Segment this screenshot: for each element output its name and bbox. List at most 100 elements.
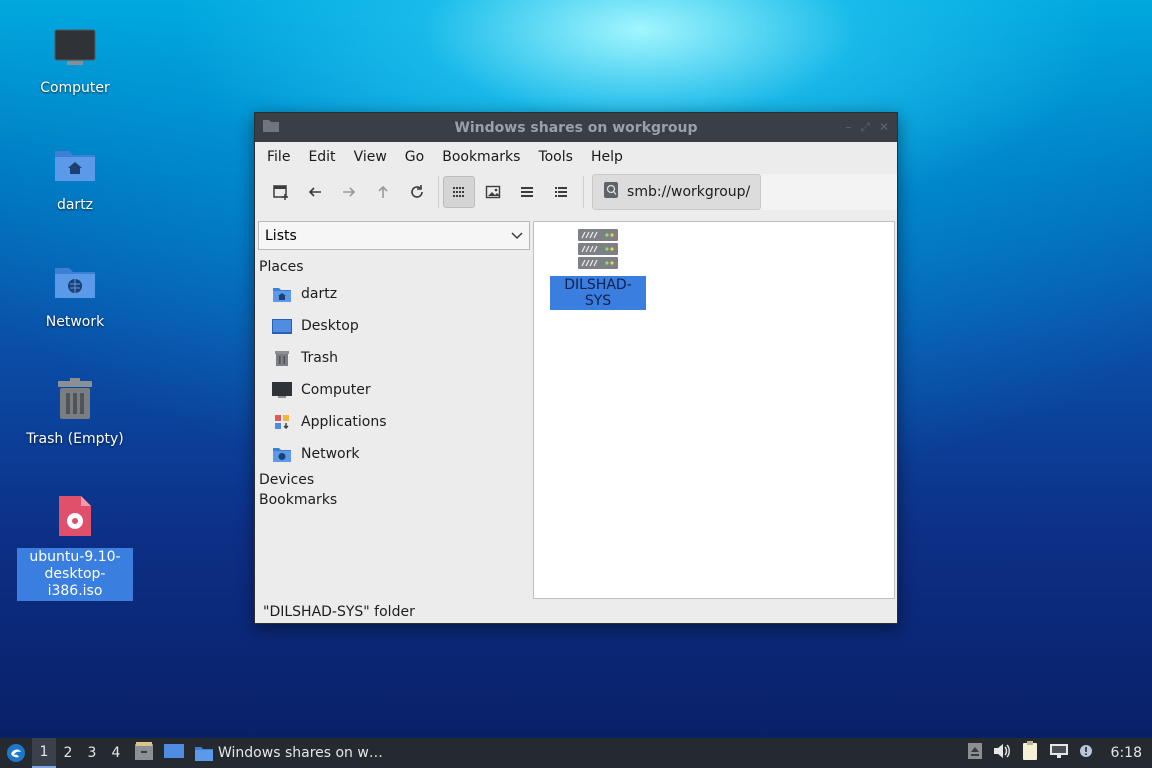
sidebar-item-label: Desktop bbox=[301, 318, 359, 334]
desktop-icon-iso[interactable]: ubuntu-9.10- desktop-i386.iso bbox=[15, 488, 135, 601]
system-tray: 6:18 bbox=[967, 741, 1152, 765]
bookmarks-header[interactable]: Bookmarks bbox=[257, 492, 531, 508]
desktop-icon-network[interactable]: Network bbox=[15, 254, 135, 331]
back-button[interactable] bbox=[299, 176, 331, 208]
menu-edit[interactable]: Edit bbox=[301, 149, 342, 165]
devices-header[interactable]: Devices bbox=[257, 472, 531, 488]
detailed-view-button[interactable] bbox=[545, 176, 577, 208]
workspace-3[interactable]: 3 bbox=[80, 738, 104, 768]
location-breadcrumb[interactable]: smb://workgroup/ bbox=[592, 174, 762, 210]
desktop-icon bbox=[164, 744, 184, 758]
toolbar-separator bbox=[438, 176, 440, 208]
label-line-2: desktop-i386.iso bbox=[44, 566, 106, 599]
up-icon bbox=[378, 185, 388, 198]
icon-view-button[interactable] bbox=[443, 176, 476, 208]
menu-view[interactable]: View bbox=[347, 149, 394, 165]
lxqt-logo-icon bbox=[7, 744, 25, 762]
taskbar-window-label: Windows shares on w… bbox=[218, 745, 383, 761]
new-tab-button[interactable] bbox=[265, 176, 297, 208]
volume-icon[interactable] bbox=[993, 743, 1011, 763]
desktop-icon-trash[interactable]: Trash (Empty) bbox=[15, 371, 135, 448]
sidebar-item-dartz[interactable]: dartz bbox=[257, 278, 531, 310]
sidebar-item-label: dartz bbox=[301, 286, 338, 302]
chevron-down-icon bbox=[511, 231, 523, 239]
desktop-icon-label: Trash (Empty) bbox=[26, 431, 124, 447]
notification-icon[interactable] bbox=[1079, 744, 1093, 762]
clock[interactable]: 6:18 bbox=[1111, 745, 1142, 761]
compact-view-button[interactable] bbox=[511, 176, 543, 208]
network-folder-icon bbox=[15, 254, 135, 310]
places-header[interactable]: Places bbox=[257, 259, 531, 275]
thumbnail-view-icon bbox=[486, 185, 501, 199]
label-line-1: ubuntu-9.10- bbox=[29, 549, 121, 565]
forward-icon bbox=[342, 187, 355, 197]
network-folder-icon bbox=[271, 444, 293, 464]
home-folder-icon bbox=[15, 137, 135, 193]
side-pane-selector[interactable]: Lists bbox=[258, 221, 530, 250]
toolbar-separator bbox=[583, 176, 585, 208]
menubar: File Edit View Go Bookmarks Tools Help bbox=[255, 142, 897, 171]
taskbar-window-button[interactable]: Windows shares on w… bbox=[190, 738, 387, 768]
computer-icon bbox=[271, 380, 293, 400]
up-button[interactable] bbox=[367, 176, 399, 208]
desktop-icon-dartz[interactable]: dartz bbox=[15, 137, 135, 214]
sidebar-item-applications[interactable]: Applications bbox=[257, 406, 531, 438]
location-bar[interactable]: smb://workgroup/ bbox=[592, 174, 897, 210]
menu-help[interactable]: Help bbox=[584, 149, 630, 165]
file-item[interactable]: DILSHAD-SYS bbox=[550, 228, 646, 310]
home-folder-icon bbox=[271, 284, 293, 304]
menu-bookmarks[interactable]: Bookmarks bbox=[435, 149, 527, 165]
applications-icon bbox=[271, 412, 293, 432]
sidebar-item-network[interactable]: Network bbox=[257, 438, 531, 470]
file-manager-window[interactable]: Windows shares on workgroup – ⤢ ✕ File E… bbox=[254, 112, 898, 624]
sidebar-item-label: Applications bbox=[301, 414, 387, 430]
forward-button[interactable] bbox=[333, 176, 365, 208]
sidebar-item-desktop[interactable]: Desktop bbox=[257, 310, 531, 342]
file-item-label: DILSHAD-SYS bbox=[550, 276, 646, 310]
minimize-icon[interactable]: – bbox=[845, 120, 851, 135]
folder-icon bbox=[195, 746, 213, 761]
eject-icon[interactable] bbox=[967, 742, 983, 764]
trash-icon bbox=[271, 348, 293, 368]
window-titlebar[interactable]: Windows shares on workgroup – ⤢ ✕ bbox=[255, 113, 897, 142]
reload-button[interactable] bbox=[401, 176, 433, 208]
workspace-4[interactable]: 4 bbox=[104, 738, 128, 768]
maximize-icon[interactable]: ⤢ bbox=[860, 120, 870, 135]
file-cabinet-icon bbox=[135, 742, 153, 760]
sidebar-item-trash[interactable]: Trash bbox=[257, 342, 531, 374]
clipboard-icon[interactable] bbox=[1021, 741, 1039, 765]
menu-tools[interactable]: Tools bbox=[531, 149, 580, 165]
location-text: smb://workgroup/ bbox=[627, 184, 751, 200]
icon-view-icon bbox=[453, 187, 465, 197]
show-desktop-button[interactable] bbox=[164, 742, 184, 764]
toolbar: smb://workgroup/ bbox=[255, 171, 897, 213]
file-manager-launcher[interactable] bbox=[134, 741, 154, 765]
workspace-2[interactable]: 2 bbox=[56, 738, 80, 768]
workspace-1[interactable]: 1 bbox=[32, 738, 56, 768]
thumbnail-view-button[interactable] bbox=[477, 176, 509, 208]
file-view[interactable]: DILSHAD-SYS bbox=[533, 221, 895, 599]
network-status-icon[interactable] bbox=[1049, 743, 1069, 763]
bottom-panel: 1 2 3 4 Windows shares on w… 6:18 bbox=[0, 738, 1152, 768]
menu-go[interactable]: Go bbox=[398, 149, 431, 165]
desktop-icon bbox=[271, 316, 293, 336]
reload-icon bbox=[410, 185, 423, 198]
sidebar-item-label: Trash bbox=[301, 350, 338, 366]
sidebar-item-computer[interactable]: Computer bbox=[257, 374, 531, 406]
menu-file[interactable]: File bbox=[260, 149, 297, 165]
side-pane: Lists Places dartz Desktop Trash Compute… bbox=[257, 221, 531, 601]
new-tab-icon bbox=[273, 185, 288, 200]
desktop-icon-label: Computer bbox=[40, 80, 110, 96]
sidebar-item-label: Computer bbox=[301, 382, 371, 398]
trash-icon bbox=[15, 371, 135, 427]
desktop-icon-label: Network bbox=[45, 314, 105, 330]
app-menu-button[interactable] bbox=[0, 743, 32, 763]
desktop-icon-label: ubuntu-9.10- desktop-i386.iso bbox=[17, 548, 133, 601]
desktop-icon-computer[interactable]: Computer bbox=[15, 20, 135, 97]
side-pane-selector-value: Lists bbox=[265, 227, 297, 244]
close-icon[interactable]: ✕ bbox=[879, 120, 889, 135]
window-title: Windows shares on workgroup bbox=[454, 119, 698, 136]
sidebar-item-label: Network bbox=[301, 446, 360, 462]
detailed-view-icon bbox=[555, 187, 568, 197]
desktop-icon-label: dartz bbox=[56, 197, 94, 213]
